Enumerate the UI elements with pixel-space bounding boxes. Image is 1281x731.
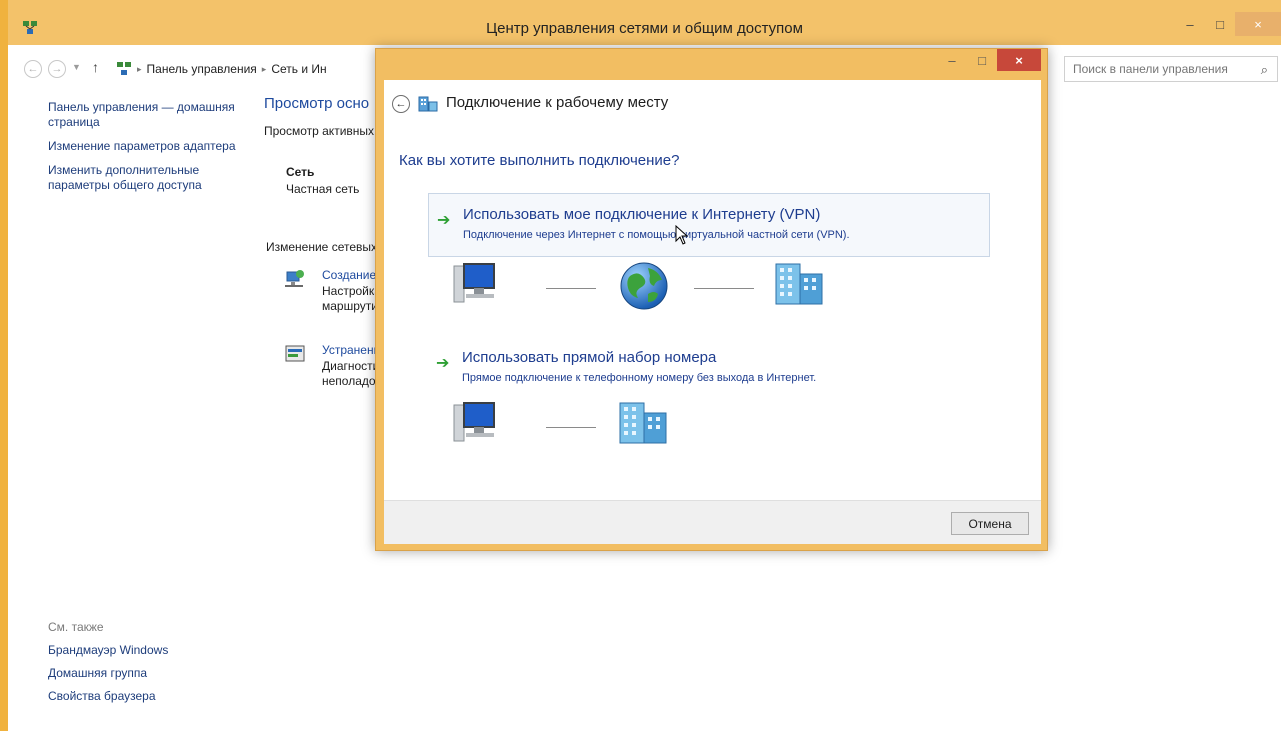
green-arrow-icon: ➔ xyxy=(437,212,451,229)
search-box[interactable]: ⌕ xyxy=(1064,56,1278,82)
minimize-button[interactable]: – xyxy=(1175,12,1205,36)
internet-options-link[interactable]: Свойства браузера xyxy=(48,689,248,704)
forward-button[interactable]: → xyxy=(48,60,66,78)
recent-locations-button[interactable]: ▼ xyxy=(72,62,81,72)
workplace-icon xyxy=(418,96,438,112)
connection-line xyxy=(546,288,596,289)
dialog-maximize-button[interactable]: □ xyxy=(967,49,997,71)
breadcrumb-separator: ▸ xyxy=(137,63,142,74)
option-description: Прямое подключение к телефонному номеру … xyxy=(462,372,817,384)
search-icon[interactable]: ⌕ xyxy=(1261,62,1268,78)
new-connection-icon xyxy=(285,270,304,287)
dialog-header: ← Подключение к рабочему месту xyxy=(384,80,1041,128)
dialup-diagram xyxy=(450,397,690,457)
connection-line xyxy=(694,288,754,289)
option-title: Использовать мое подключение к Интернету… xyxy=(463,206,821,223)
task-link[interactable]: Устранени xyxy=(322,343,380,357)
window-title: Центр управления сетями и общим доступом xyxy=(486,20,803,37)
dialog-minimize-button[interactable]: – xyxy=(937,49,967,71)
task-description-line: неполадок xyxy=(322,374,381,388)
task-description-line: маршрути xyxy=(322,299,378,313)
homegroup-link[interactable]: Домашняя группа xyxy=(48,666,248,681)
see-also-section: См. также Брандмауэр Windows Домашняя гр… xyxy=(48,620,248,712)
left-pane: Панель управления — домашняя страница Из… xyxy=(48,100,248,202)
green-arrow-icon: ➔ xyxy=(436,355,450,372)
computer-icon xyxy=(453,402,495,442)
option-title: Использовать прямой набор номера xyxy=(462,349,717,366)
option-description: Подключение через Интернет с помощью вир… xyxy=(463,229,850,241)
breadcrumb-item[interactable]: Панель управления xyxy=(147,62,257,76)
connect-to-workplace-dialog: – □ × ← Подключение к рабочему месту Как… xyxy=(375,48,1048,551)
mouse-cursor-icon xyxy=(675,225,689,245)
dialog-body: Как вы хотите выполнить подключение? ➔ И… xyxy=(384,128,1041,500)
control-panel-home-link[interactable]: Панель управления — домашняя страница xyxy=(48,100,248,130)
up-button[interactable]: ↑ xyxy=(92,59,99,75)
search-input[interactable] xyxy=(1065,57,1245,81)
task-description-line: Диагности xyxy=(322,359,380,373)
troubleshoot-icon xyxy=(285,345,305,362)
connection-line xyxy=(546,427,596,428)
advanced-sharing-settings-link[interactable]: Изменить дополнительные параметры общего… xyxy=(48,163,248,193)
dialog-close-button[interactable]: × xyxy=(997,49,1041,71)
back-button[interactable]: ← xyxy=(24,60,42,78)
vpn-diagram xyxy=(450,258,823,318)
see-also-title: См. также xyxy=(48,620,104,634)
network-type: Частная сеть xyxy=(286,182,360,196)
task-description: Диагности неполадок xyxy=(322,359,381,389)
window-controls: – □ × xyxy=(1175,12,1281,38)
breadcrumb[interactable]: ▸ Панель управления ▸ Сеть и Ин xyxy=(116,58,327,80)
office-building-icon xyxy=(619,402,667,444)
dialog-back-button[interactable]: ← xyxy=(392,95,410,113)
vpn-option[interactable]: ➔ Использовать мое подключение к Интерне… xyxy=(428,193,990,257)
control-panel-icon xyxy=(117,62,131,75)
task-description: Настройка маршрути xyxy=(322,284,381,314)
windows-firewall-link[interactable]: Брандмауэр Windows xyxy=(48,643,248,658)
connection-question: Как вы хотите выполнить подключение? xyxy=(399,152,680,169)
cancel-button[interactable]: Отмена xyxy=(951,512,1029,535)
computer-icon xyxy=(453,263,495,303)
dialog-title: Подключение к рабочему месту xyxy=(446,94,669,111)
task-link[interactable]: Создание xyxy=(322,268,376,282)
breadcrumb-item[interactable]: Сеть и Ин xyxy=(271,62,326,76)
dialup-option[interactable]: ➔ Использовать прямой набор номера Прямо… xyxy=(428,337,990,401)
network-name: Сеть xyxy=(286,165,315,179)
breadcrumb-separator: ▸ xyxy=(261,63,267,74)
maximize-button[interactable]: □ xyxy=(1205,12,1235,36)
main-titlebar[interactable]: Центр управления сетями и общим доступом… xyxy=(8,12,1281,45)
dialog-controls: – □ × xyxy=(937,49,1041,71)
change-settings-heading: Изменение сетевых xyxy=(266,240,377,254)
close-button[interactable]: × xyxy=(1235,12,1281,36)
task-description-line: Настройка xyxy=(322,284,382,298)
dialog-footer: Отмена xyxy=(384,500,1041,544)
window-top-strip xyxy=(8,0,1281,12)
internet-globe-icon xyxy=(620,262,668,310)
change-adapter-settings-link[interactable]: Изменение параметров адаптера xyxy=(48,139,248,154)
office-building-icon xyxy=(775,263,823,305)
